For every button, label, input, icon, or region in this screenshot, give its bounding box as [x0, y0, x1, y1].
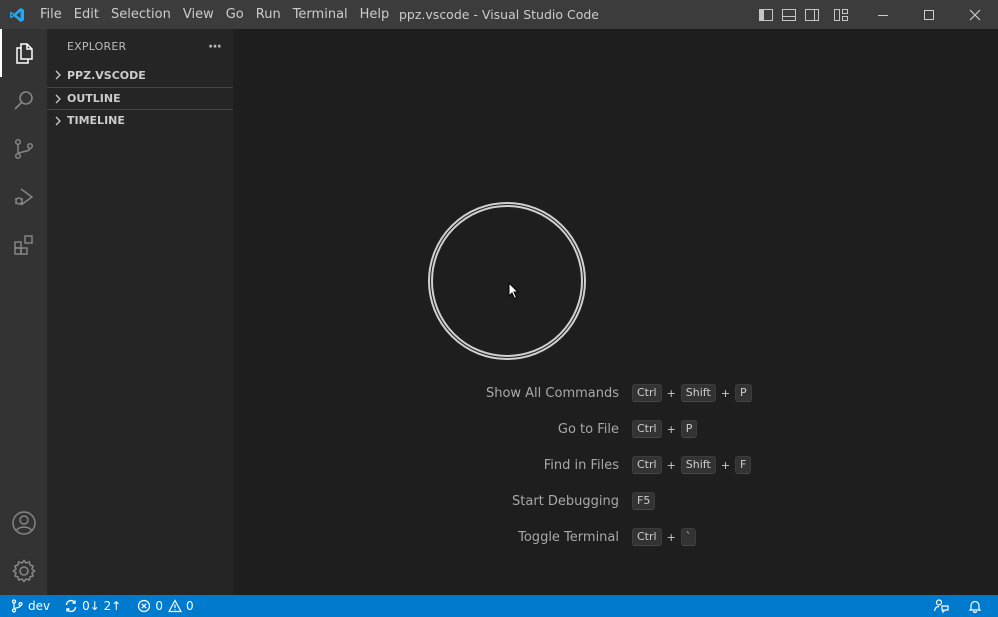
- feedback-button[interactable]: [928, 595, 963, 617]
- keycap: Ctrl: [632, 456, 662, 474]
- title-bar: File Edit Selection View Go Run Terminal…: [0, 0, 998, 29]
- feedback-icon: [933, 599, 949, 614]
- section-label: PPZ.VSCODE: [67, 68, 146, 82]
- branch-name: dev: [28, 599, 51, 613]
- plus-sign: +: [666, 530, 676, 544]
- shortcut-show-all-commands: Show All Commands Ctrl + Shift + P: [233, 383, 998, 403]
- shortcut-label: Toggle Terminal: [518, 529, 619, 545]
- menu-help[interactable]: Help: [354, 0, 396, 29]
- section-outline[interactable]: OUTLINE: [47, 87, 233, 109]
- bell-icon: [968, 600, 982, 613]
- keycap: P: [735, 384, 752, 402]
- mouse-cursor-icon: [508, 282, 520, 300]
- close-icon[interactable]: [952, 0, 998, 29]
- error-icon: [138, 599, 151, 613]
- keycap: Ctrl: [632, 528, 662, 546]
- extensions-icon[interactable]: [0, 221, 47, 269]
- menu-bar: File Edit Selection View Go Run Terminal…: [34, 0, 395, 29]
- vscode-logo-icon: [0, 0, 34, 29]
- sync-icon: [65, 599, 77, 613]
- editor-area[interactable]: Show All Commands Ctrl + Shift + P Go to…: [233, 29, 998, 595]
- plus-sign: +: [666, 458, 676, 472]
- plus-sign: +: [720, 458, 731, 472]
- menu-view[interactable]: View: [177, 0, 220, 29]
- shortcut-find-in-files: Find in Files Ctrl + Shift + F: [233, 455, 998, 475]
- explorer-icon[interactable]: [0, 29, 47, 77]
- accounts-icon[interactable]: [0, 499, 47, 547]
- section-label: OUTLINE: [67, 92, 121, 105]
- explorer-sidebar: EXPLORER ··· PPZ.VSCODE OUTLINE TIMELINE: [47, 29, 233, 595]
- plus-sign: +: [666, 386, 676, 400]
- section-ppz-vscode[interactable]: PPZ.VSCODE: [47, 64, 233, 86]
- keycap: F: [735, 456, 752, 474]
- source-control-icon[interactable]: [0, 125, 47, 173]
- sidebar-title: EXPLORER: [67, 40, 127, 53]
- menu-run[interactable]: Run: [250, 0, 287, 29]
- keycap: F5: [632, 492, 656, 510]
- chevron-right-icon: [49, 94, 67, 104]
- search-icon[interactable]: [0, 77, 47, 125]
- status-bar: dev 0↓ 2↑ 0 0: [0, 595, 998, 617]
- keycap: Shift: [680, 456, 716, 474]
- plus-sign: +: [666, 422, 676, 436]
- problems-indicator[interactable]: 0 0: [132, 595, 198, 617]
- git-branch-icon: [11, 599, 23, 613]
- menu-file[interactable]: File: [34, 0, 68, 29]
- minimize-icon[interactable]: [860, 0, 906, 29]
- customize-layout-icon[interactable]: [829, 0, 852, 29]
- shortcut-label: Start Debugging: [512, 493, 619, 509]
- menu-go[interactable]: Go: [220, 0, 250, 29]
- sidebar-header: EXPLORER ···: [47, 29, 233, 64]
- keycap: Ctrl: [632, 384, 662, 402]
- more-actions-icon[interactable]: ···: [208, 39, 222, 55]
- menu-terminal[interactable]: Terminal: [287, 0, 354, 29]
- branch-indicator[interactable]: dev: [0, 595, 55, 617]
- shortcut-start-debugging: Start Debugging F5: [233, 491, 998, 511]
- run-debug-icon[interactable]: [0, 173, 47, 221]
- keycap: Shift: [680, 384, 716, 402]
- toggle-panel-icon[interactable]: [777, 0, 800, 29]
- warning-icon: [167, 599, 182, 613]
- shortcut-label: Find in Files: [543, 457, 619, 473]
- maximize-icon[interactable]: [906, 0, 952, 29]
- error-count: 0: [155, 599, 163, 613]
- watermark-circle: [428, 202, 586, 360]
- keycap: P: [680, 420, 698, 438]
- section-label: TIMELINE: [67, 114, 125, 127]
- menu-selection[interactable]: Selection: [105, 0, 177, 29]
- chevron-right-icon: [49, 70, 67, 80]
- chevron-right-icon: [49, 116, 67, 126]
- plus-sign: +: [720, 386, 731, 400]
- toggle-secondary-sidebar-icon[interactable]: [800, 0, 823, 29]
- sync-counts: 0↓ 2↑: [82, 599, 122, 613]
- sync-indicator[interactable]: 0↓ 2↑: [59, 595, 126, 617]
- shortcut-go-to-file: Go to File Ctrl + P: [233, 419, 998, 439]
- manage-gear-icon[interactable]: [0, 547, 47, 595]
- menu-edit[interactable]: Edit: [68, 0, 105, 29]
- notifications-button[interactable]: [963, 595, 998, 617]
- activity-bar: [0, 29, 47, 595]
- shortcut-toggle-terminal: Toggle Terminal Ctrl + `: [233, 527, 998, 547]
- keycap: `: [680, 528, 697, 546]
- warning-count: 0: [185, 599, 194, 613]
- shortcut-label: Show All Commands: [485, 385, 619, 401]
- section-timeline[interactable]: TIMELINE: [47, 109, 233, 131]
- keycap: Ctrl: [632, 420, 662, 438]
- toggle-primary-sidebar-icon[interactable]: [754, 0, 777, 29]
- shortcut-label: Go to File: [557, 421, 619, 437]
